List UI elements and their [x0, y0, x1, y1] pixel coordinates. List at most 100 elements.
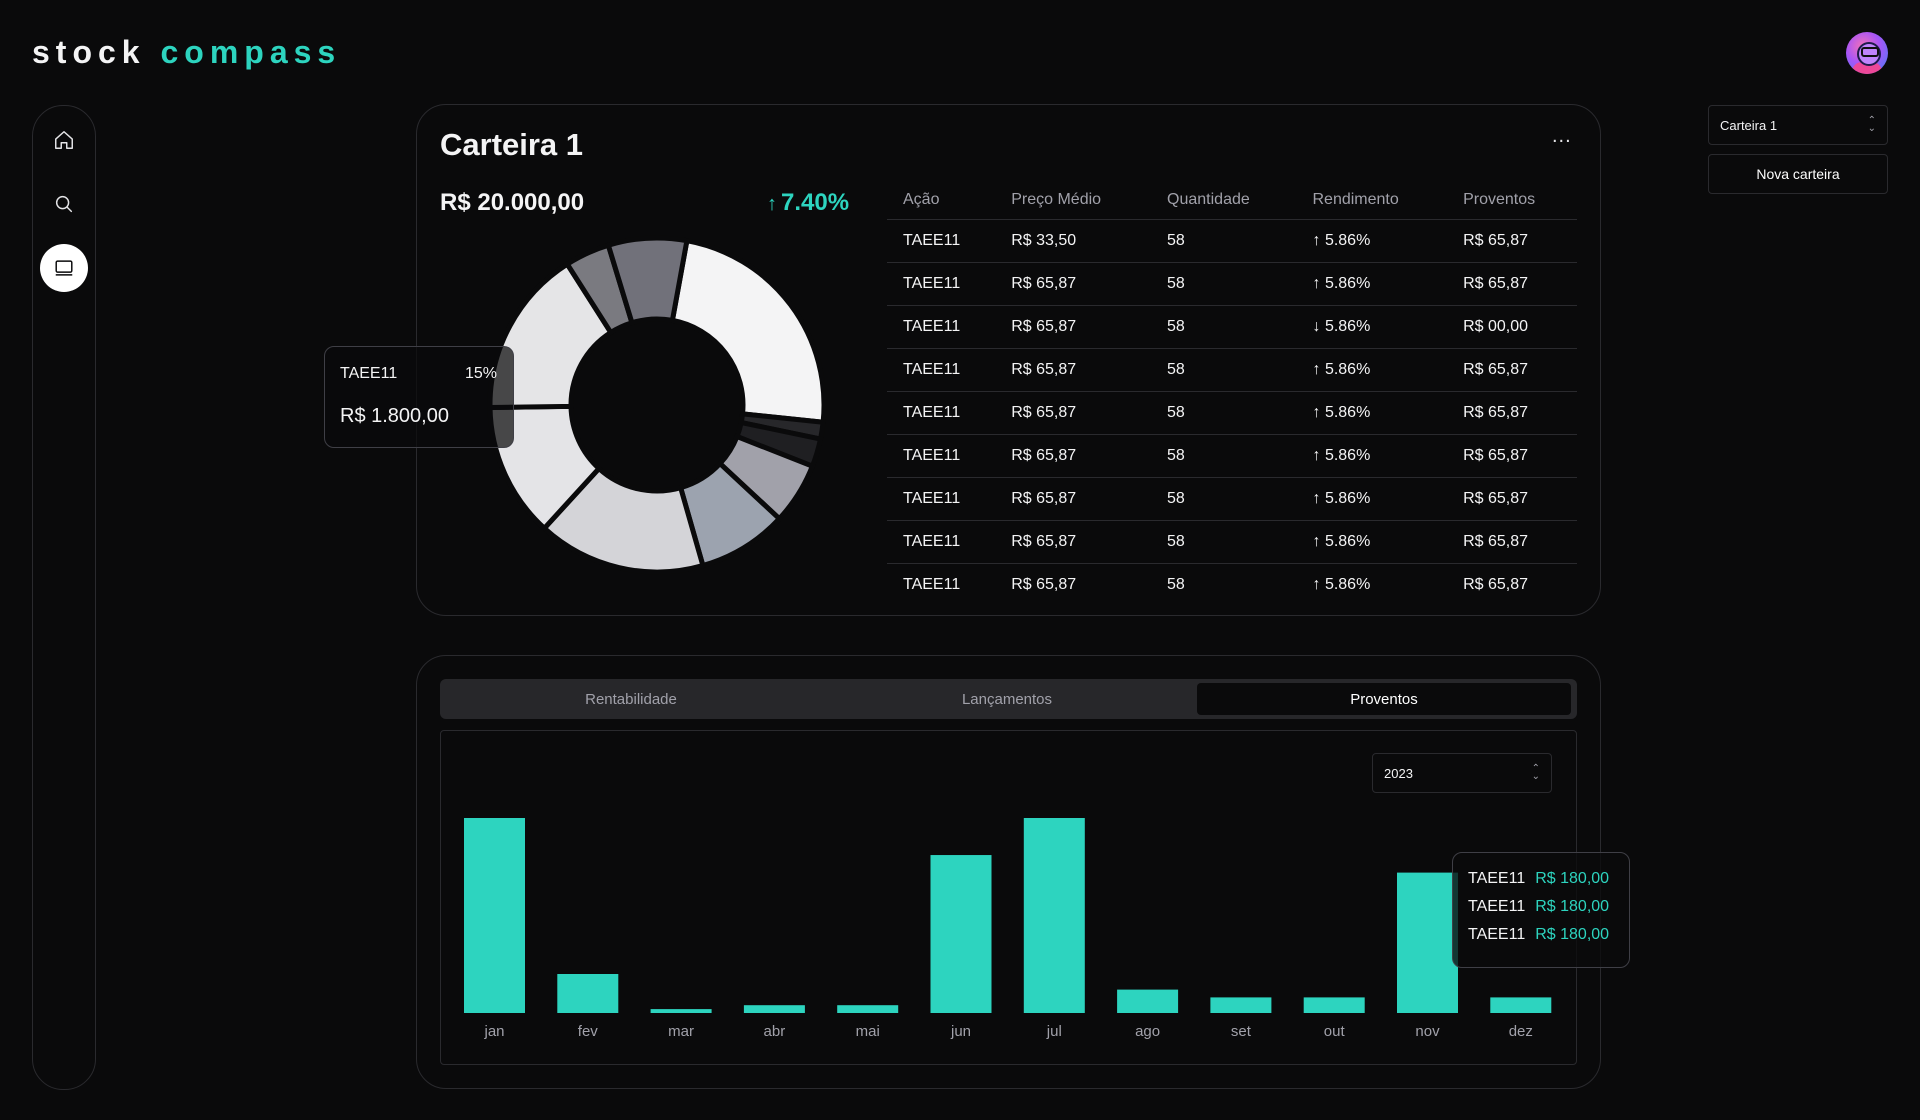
wallet-total: R$ 20.000,00 [440, 189, 585, 216]
table-row[interactable]: TAEE11 R$ 65,87 58 ↑ 5.86% R$ 65,87 [887, 391, 1577, 435]
x-tick-label: nov [1415, 1023, 1440, 1040]
x-tick-label: mar [668, 1023, 694, 1040]
table-row[interactable]: TAEE11 R$ 65,87 58 ↑ 5.86% R$ 65,87 [887, 564, 1577, 607]
yield-cell: ↑ 5.86% [1296, 434, 1448, 478]
bar-abr[interactable] [743, 1005, 805, 1013]
logo-part-compass: compass [160, 34, 342, 70]
yield-value: 5.86% [1324, 232, 1371, 249]
yield-cell: ↑ 5.86% [1296, 477, 1448, 521]
tab-proventos[interactable]: Proventos [1197, 683, 1571, 715]
price-cell: R$ 65,87 [995, 477, 1152, 521]
table-row[interactable]: TAEE11 R$ 65,87 58 ↑ 5.86% R$ 65,87 [887, 477, 1577, 521]
bar-out[interactable] [1303, 997, 1365, 1013]
yield-value: 5.86% [1324, 275, 1371, 292]
wallet-select[interactable]: Carteira 1 ⌃ ⌄ [1708, 105, 1888, 145]
wallet-select-value: Carteira 1 [1720, 117, 1778, 133]
tab-rentabilidade[interactable]: Rentabilidade [444, 683, 818, 715]
bar-set[interactable] [1210, 997, 1272, 1013]
table-row[interactable]: TAEE11 R$ 65,87 58 ↑ 5.86% R$ 65,87 [887, 262, 1577, 306]
x-tick-label: jan [483, 1023, 504, 1040]
header-proventos: Proventos [1447, 181, 1577, 220]
price-cell: R$ 65,87 [995, 305, 1152, 349]
bar-nov[interactable] [1397, 872, 1458, 1013]
x-tick-label: jul [1046, 1023, 1062, 1040]
yield-cell: ↑ 5.86% [1296, 564, 1447, 607]
more-options-button[interactable]: ... [1552, 125, 1572, 148]
yield-value: 5.86% [1324, 576, 1371, 593]
table-row[interactable]: TAEE11 R$ 65,87 58 ↑ 5.86% R$ 65,87 [887, 520, 1577, 564]
wallet-performance-value: 7.40% [781, 189, 850, 216]
bar-dez[interactable] [1490, 997, 1552, 1013]
table-row[interactable]: TAEE11 R$ 65,87 58 ↓ 5.86% R$ 00,00 [887, 305, 1577, 349]
bar-ago[interactable] [1117, 989, 1179, 1013]
yield-value: 5.86% [1324, 404, 1371, 421]
sidebar-item-home[interactable] [40, 116, 88, 164]
sidebar-item-wallet[interactable] [40, 244, 88, 292]
wallet-title: Carteira 1 [440, 127, 584, 162]
arrow-up-icon: ↑ [1312, 490, 1325, 507]
arrow-up-icon: ↑ [1312, 361, 1325, 378]
income-cell: R$ 65,87 [1447, 348, 1577, 392]
arrow-up-icon: ↑ [1312, 533, 1325, 550]
arrow-up-icon: ↑ [1312, 447, 1325, 464]
wallet-performance: ↑ 7.40% [767, 189, 849, 217]
income-cell: R$ 65,87 [1447, 477, 1577, 521]
table-header-row: Ação Preço Médio Quantidade Rendimento P… [887, 181, 1577, 220]
table-row[interactable]: TAEE11 R$ 33,50 58 ↑ 5.86% R$ 65,87 [887, 219, 1577, 263]
bar-jun[interactable] [930, 855, 992, 1013]
bar-jan[interactable] [464, 818, 525, 1013]
bar-jul[interactable] [1023, 818, 1085, 1013]
quantity-cell: 58 [1151, 305, 1297, 349]
header-quantidade: Quantidade [1151, 181, 1297, 220]
arrow-up-icon: ↑ [1312, 576, 1325, 593]
sidebar-item-search[interactable] [40, 180, 88, 228]
income-cell: R$ 65,87 [1447, 434, 1577, 478]
table-row[interactable]: TAEE11 R$ 65,87 58 ↑ 5.86% R$ 65,87 [887, 434, 1577, 478]
income-cell: R$ 65,87 [1447, 262, 1577, 306]
ticker-cell: TAEE11 [903, 576, 961, 593]
wallet-panel: Carteira 1 ... R$ 20.000,00 ↑ 7.40% TAEE1… [324, 104, 1601, 616]
donut-slice[interactable] [669, 237, 827, 426]
x-tick-label: dez [1509, 1023, 1533, 1040]
bar-tooltip: TAEE11 R$ 180,00 TAEE11 R$ 180,00 TAEE11 R$… [1452, 852, 1630, 968]
bar-fev[interactable] [557, 974, 619, 1013]
income-cell: R$ 00,00 [1447, 305, 1577, 349]
x-tick-label: out [1324, 1023, 1346, 1040]
new-wallet-button[interactable]: Nova carteira [1708, 154, 1888, 194]
pie-tooltip-value: R$ 1.800,00 [340, 405, 449, 427]
yield-cell: ↑ 5.86% [1296, 348, 1448, 392]
quantity-cell: 58 [1151, 477, 1297, 521]
pie-tooltip-ticker: TAEE11 [340, 365, 398, 382]
x-tick-label: ago [1135, 1023, 1160, 1040]
ticker-cell: TAEE11 [887, 305, 996, 349]
price-cell: R$ 65,87 [995, 391, 1152, 435]
income-cell: R$ 65,87 [1463, 576, 1529, 593]
yield-value: 5.86% [1324, 318, 1371, 335]
dividends-chart: 2023 ⌃ ⌄ jan fev mar abr mai jun jul ago set out no… [440, 730, 1630, 1065]
price-cell: R$ 65,87 [995, 348, 1152, 392]
x-tick-label: abr [764, 1023, 786, 1040]
quantity-cell: 58 [1151, 219, 1297, 263]
ticker-cell: TAEE11 [887, 520, 996, 564]
home-icon [55, 131, 73, 149]
pie-tooltip: TAEE11 15% R$ 1.800,00 [324, 346, 514, 448]
yield-cell: ↑ 5.86% [1296, 520, 1448, 564]
bar-mar[interactable] [650, 1009, 712, 1013]
quantity-cell: 58 [1151, 520, 1297, 564]
table-row[interactable]: TAEE11 R$ 65,87 58 ↑ 5.86% R$ 65,87 [887, 348, 1577, 392]
holdings-table: Ação Preço Médio Quantidade Rendimento P… [887, 181, 1577, 606]
yield-value: 5.86% [1324, 447, 1371, 464]
user-avatar[interactable] [1846, 32, 1888, 74]
ticker-cell: TAEE11 [887, 391, 996, 435]
quantity-cell: 58 [1151, 348, 1297, 392]
bar-chart-svg: jan fev mar abr mai jun jul ago set out nov dez [464, 818, 1552, 1040]
yield-cell: ↑ 5.86% [1296, 391, 1448, 435]
arrow-up-icon: ↑ [1312, 232, 1325, 249]
bar-mai[interactable] [837, 1005, 899, 1013]
dividends-panel: Rentabilidade Lançamentos Proventos 2023… [416, 655, 1630, 1089]
chevron-updown-icon: ⌃ ⌄ [1867, 115, 1876, 134]
bar-tooltip-row: TAEE11 R$ 180,00 [1468, 898, 1610, 915]
bar-tooltip-row: TAEE11 R$ 180,00 [1468, 870, 1610, 887]
x-tick-label: fev [578, 1023, 599, 1040]
tab-lancamentos[interactable]: Lançamentos [820, 683, 1194, 715]
